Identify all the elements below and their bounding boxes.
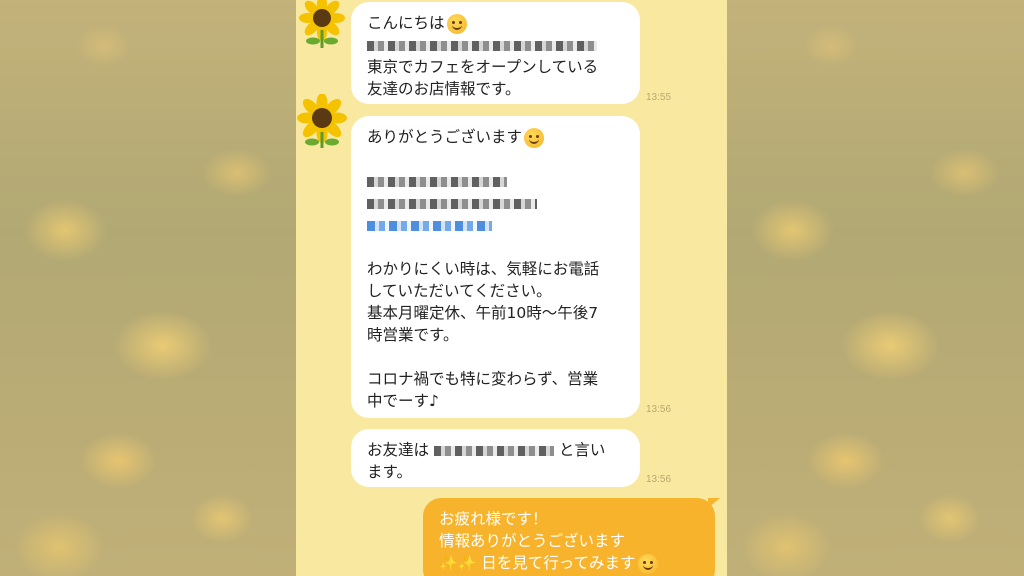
message-bubble-incoming[interactable]: ありがとうございます わかりにくい時は、気軽にお電話 していただいてください。 … [351, 116, 640, 418]
smiling-face-icon [524, 127, 545, 148]
message-text: していただいてください。 [367, 282, 552, 300]
message-timestamp: 13:55 [646, 92, 672, 103]
message-text: お友達は [367, 441, 430, 459]
message-text: 時営業です。 [367, 326, 459, 344]
message-bubble-outgoing[interactable]: お疲れ様です！ 情報ありがとうございます ✨✨ 日を見て行ってみます [423, 498, 715, 576]
message-text: 友達のお店情報です。 [367, 80, 521, 98]
message-timestamp: 13:56 [646, 474, 672, 485]
sunflower-icon[interactable] [296, 94, 348, 148]
message-timestamp: 13:56 [646, 404, 672, 415]
bubble-tail [708, 498, 720, 508]
message-text: 日を見て行ってみます [481, 554, 636, 572]
message-text: コロナ禍でも特に変わらず、営業 [367, 370, 599, 388]
message-text: わかりにくい時は、気軽にお電話 [367, 260, 600, 278]
message-text: ありがとうございます [367, 128, 523, 146]
chat-window[interactable]: こんにちは 東京でカフェをオープンしている 友達のお店情報です。 13:55 あ… [296, 0, 727, 576]
message-bubble-incoming[interactable]: こんにちは 東京でカフェをオープンしている 友達のお店情報です。 [351, 2, 640, 104]
message-text: 基本月曜定休、午前10時〜午後7 [367, 304, 599, 322]
message-text: ます。 [367, 463, 412, 481]
redacted-text [367, 176, 507, 187]
background-flowers-left [0, 0, 296, 576]
message-bubble-incoming[interactable]: お友達は と言い ます。 [351, 429, 640, 487]
message-text: 情報ありがとうございます [439, 532, 626, 550]
redacted-text [367, 40, 597, 51]
sunflower-icon[interactable] [296, 0, 348, 50]
redacted-text [367, 198, 537, 209]
smiling-face-with-hearts-icon [446, 13, 467, 34]
message-text: こんにちは [367, 14, 445, 32]
sparkles-icon: ✨✨ [439, 554, 477, 572]
redacted-text [433, 445, 554, 456]
redacted-link[interactable] [367, 220, 492, 231]
message-text: 東京でカフェをオープンしている [367, 58, 599, 76]
message-text: お疲れ様です！ [439, 510, 548, 528]
background-flowers-right [727, 0, 1024, 576]
smiling-face-icon [637, 553, 658, 574]
message-text: 中でーす♪ [367, 392, 439, 410]
message-text: と言い [558, 441, 606, 459]
